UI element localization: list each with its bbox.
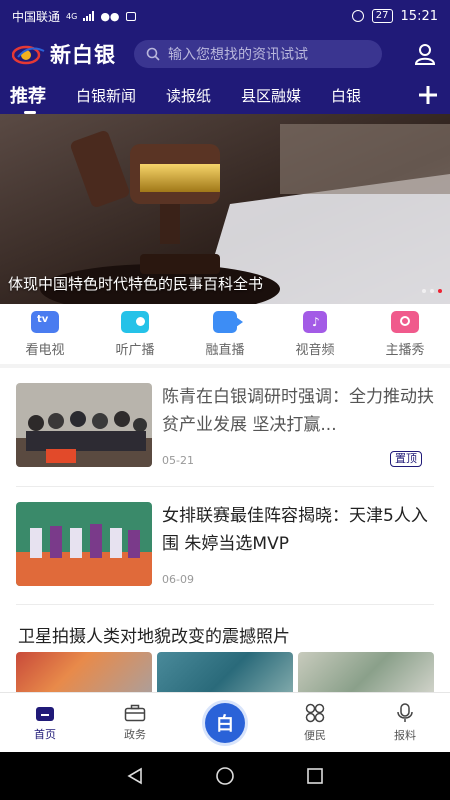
shortcut-av[interactable]: ♪ 视音频 — [270, 304, 360, 364]
nav-services[interactable]: 便民 — [270, 693, 360, 752]
nav-government[interactable]: 政务 — [90, 693, 180, 752]
microphone-icon — [397, 702, 413, 722]
nav-label: 首页 — [34, 727, 56, 741]
article-date: 06-09 — [162, 573, 194, 586]
news-feed: 陈青在白银调研时强调：全力推动扶贫产业发展 坚决打赢... 05-21 置顶 女… — [0, 368, 450, 692]
briefcase-icon — [124, 704, 146, 721]
article-title: 陈青在白银调研时强调：全力推动扶贫产业发展 坚决打赢... — [162, 387, 434, 435]
carrier-label: 中国联通 — [12, 9, 61, 24]
back-icon[interactable] — [126, 767, 144, 785]
plus-icon — [419, 86, 437, 104]
tv-icon: tv — [31, 310, 59, 333]
home-circle-icon[interactable] — [215, 766, 235, 786]
app-logo: 新白银 — [12, 39, 116, 69]
bottom-nav: 首页 政务 白 便民 报料 — [0, 692, 450, 752]
list-item[interactable]: 女排联赛最佳阵容揭晓：天津5人入围 朱婷当选MVP 06-09 — [16, 502, 434, 586]
article-title: 女排联赛最佳阵容揭晓：天津5人入围 朱婷当选MVP — [162, 506, 428, 554]
nav-label: 便民 — [304, 728, 326, 742]
nav-label: 政务 — [124, 727, 146, 741]
carousel-indicator — [422, 289, 442, 293]
photo-notify-icon — [125, 11, 136, 21]
add-channel-button[interactable] — [406, 76, 450, 114]
shortcut-label: 看电视 — [25, 342, 65, 358]
battery-icon: 27 — [371, 9, 393, 23]
divider — [16, 604, 434, 605]
user-icon[interactable] — [412, 41, 438, 67]
gallery-photo — [157, 652, 293, 692]
tab-recommend[interactable]: 推荐 — [10, 82, 46, 114]
tab-newspaper[interactable]: 读报纸 — [166, 85, 211, 106]
grid-icon — [305, 703, 325, 722]
signal-icon — [83, 11, 95, 21]
shortcut-label: 主播秀 — [385, 342, 425, 358]
home-icon — [36, 706, 54, 721]
camera-icon — [391, 310, 419, 333]
article-thumbnail — [16, 383, 152, 467]
carousel-dot — [422, 289, 426, 293]
clock: 15:21 — [400, 8, 438, 24]
headline-banner[interactable]: 体现中国特色时代特色的民事百科全书 — [0, 114, 450, 304]
logo-mark-icon — [12, 45, 45, 65]
search-placeholder: 输入您想找的资讯试试 — [168, 47, 308, 63]
shortcut-radio[interactable]: 听广播 — [90, 304, 180, 364]
video-camera-icon — [213, 310, 243, 333]
gallery-photos[interactable] — [16, 652, 434, 692]
banner-caption: 体现中国特色时代特色的民事百科全书 — [8, 275, 264, 293]
tab-baiyin-news[interactable]: 白银新闻 — [76, 85, 136, 106]
alarm-icon — [351, 10, 364, 22]
shortcut-anchor[interactable]: 主播秀 — [360, 304, 450, 364]
nav-center[interactable]: 白 — [180, 693, 270, 752]
recents-icon[interactable] — [306, 767, 324, 785]
status-bar: 中国联通 4G ●● 27 15:21 — [0, 0, 450, 32]
network-type: 4G — [66, 11, 78, 21]
pinned-badge: 置顶 — [390, 451, 422, 467]
channel-tabs: 推荐 白银新闻 读报纸 县区融媒 白银 — [0, 76, 450, 114]
shortcut-label: 视音频 — [295, 342, 335, 358]
gallery-photo — [298, 652, 434, 692]
wechat-icon: ●● — [100, 9, 120, 23]
tab-baiyin[interactable]: 白银 — [331, 85, 361, 106]
center-logo-icon: 白 — [205, 702, 245, 743]
divider — [16, 486, 434, 487]
list-item[interactable]: 陈青在白银调研时强调：全力推动扶贫产业发展 坚决打赢... 05-21 置顶 — [16, 383, 434, 467]
shortcut-bar: tv 看电视 听广播 融直播 ♪ 视音频 主播秀 — [0, 304, 450, 364]
system-nav-bar — [0, 752, 450, 800]
logo-text: 新白银 — [50, 43, 116, 67]
radio-icon — [121, 310, 149, 333]
shortcut-label: 听广播 — [115, 342, 155, 358]
shortcut-live[interactable]: 融直播 — [180, 304, 270, 364]
music-icon: ♪ — [303, 310, 327, 333]
article-date: 05-21 — [162, 454, 194, 467]
article-thumbnail — [16, 502, 152, 586]
nav-home[interactable]: 首页 — [0, 693, 90, 752]
carousel-dot — [430, 289, 434, 293]
shortcut-label: 融直播 — [205, 342, 245, 358]
nav-report[interactable]: 报料 — [360, 693, 450, 752]
nav-label: 报料 — [394, 728, 416, 742]
shortcut-tv[interactable]: tv 看电视 — [0, 304, 90, 364]
search-input[interactable]: 输入您想找的资讯试试 — [134, 40, 382, 68]
tab-county-media[interactable]: 县区融媒 — [241, 85, 301, 106]
gallery-title[interactable]: 卫星拍摄人类对地貌改变的震撼照片 — [18, 622, 290, 647]
app-header: 新白银 输入您想找的资讯试试 — [0, 32, 450, 76]
gallery-photo — [16, 652, 152, 692]
search-icon — [146, 47, 160, 61]
carousel-dot-active — [438, 289, 442, 293]
